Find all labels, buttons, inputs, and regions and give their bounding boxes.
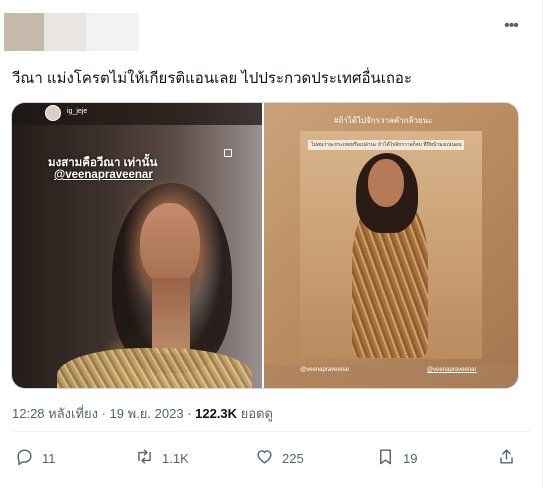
tweet-header: •••: [0, 0, 543, 60]
image-face-shape: [368, 159, 405, 207]
bookmark-icon: [376, 447, 395, 469]
share-icon: [497, 447, 516, 469]
image-hashtag: #ถ้าได้ไปจักรวาลคำกล้วยนะ: [334, 116, 433, 125]
bookmark-count: 19: [403, 450, 418, 466]
like-button[interactable]: 225: [255, 446, 304, 470]
retweet-icon: [135, 447, 154, 469]
timestamp[interactable]: 12:28 หลังเที่ยง · 19 พ.ย. 2023 ·: [12, 406, 195, 421]
view-count-label: ยอดดู: [237, 406, 273, 421]
more-options-button[interactable]: •••: [501, 16, 521, 36]
blurred-author-info[interactable]: [4, 13, 139, 51]
media-image-right[interactable]: #ถ้าได้ไปจักรวาลคำกล้วยนะ ไม่สนว่าจะกระเ…: [264, 103, 518, 388]
heart-icon: [255, 447, 274, 469]
copy-icon: [224, 149, 232, 157]
bookmark-button[interactable]: 19: [376, 446, 417, 470]
reply-icon: [15, 447, 34, 469]
image-caption-line2: @veenapraveenar: [54, 169, 153, 181]
tweet-metadata: 12:28 หลังเที่ยง · 19 พ.ย. 2023 · 122.3K…: [12, 403, 273, 424]
reply-button[interactable]: 11: [15, 446, 56, 470]
image-dress-shape: [57, 348, 252, 388]
tweet-text: วีณา แม่งโครตไม่ให้เกียรติแอนเลย ไปประกว…: [12, 70, 412, 87]
retweet-count: 1.1K: [162, 450, 189, 466]
image-footer-right: @veenapraveenar: [427, 367, 477, 373]
like-count: 225: [282, 450, 304, 466]
image-subcaption: ไม่สนว่าจะกระเทยหรือเปล่านะ ถ้าได้ไปจักร…: [308, 140, 465, 150]
author-name-blur: [44, 13, 86, 51]
image-story-handle: ig_jeje: [67, 108, 88, 115]
author-handle-blur: [86, 13, 139, 51]
image-story-avatar: [45, 105, 61, 121]
more-horizontal-icon: •••: [504, 17, 519, 34]
tweet-card: ••• วีณา แม่งโครตไม่ให้เกียรติแอนเลย ไปป…: [0, 0, 543, 488]
media-grid: ig_jeje มงสามคือวีณา เท่านั้น @veenaprav…: [11, 102, 519, 389]
divider: [12, 431, 532, 432]
image-neck-shape: [152, 278, 190, 353]
image-face-shape: [140, 203, 200, 285]
share-button[interactable]: [497, 446, 516, 470]
image-footer-left: @veenapraveenar: [300, 367, 350, 373]
action-bar: 11 1.1K 225 19: [0, 446, 543, 470]
reply-count: 11: [42, 450, 56, 466]
avatar[interactable]: [4, 13, 44, 51]
view-count: 122.3K: [195, 406, 238, 421]
retweet-button[interactable]: 1.1K: [135, 446, 189, 470]
media-image-left[interactable]: ig_jeje มงสามคือวีณา เท่านั้น @veenaprav…: [12, 103, 265, 388]
